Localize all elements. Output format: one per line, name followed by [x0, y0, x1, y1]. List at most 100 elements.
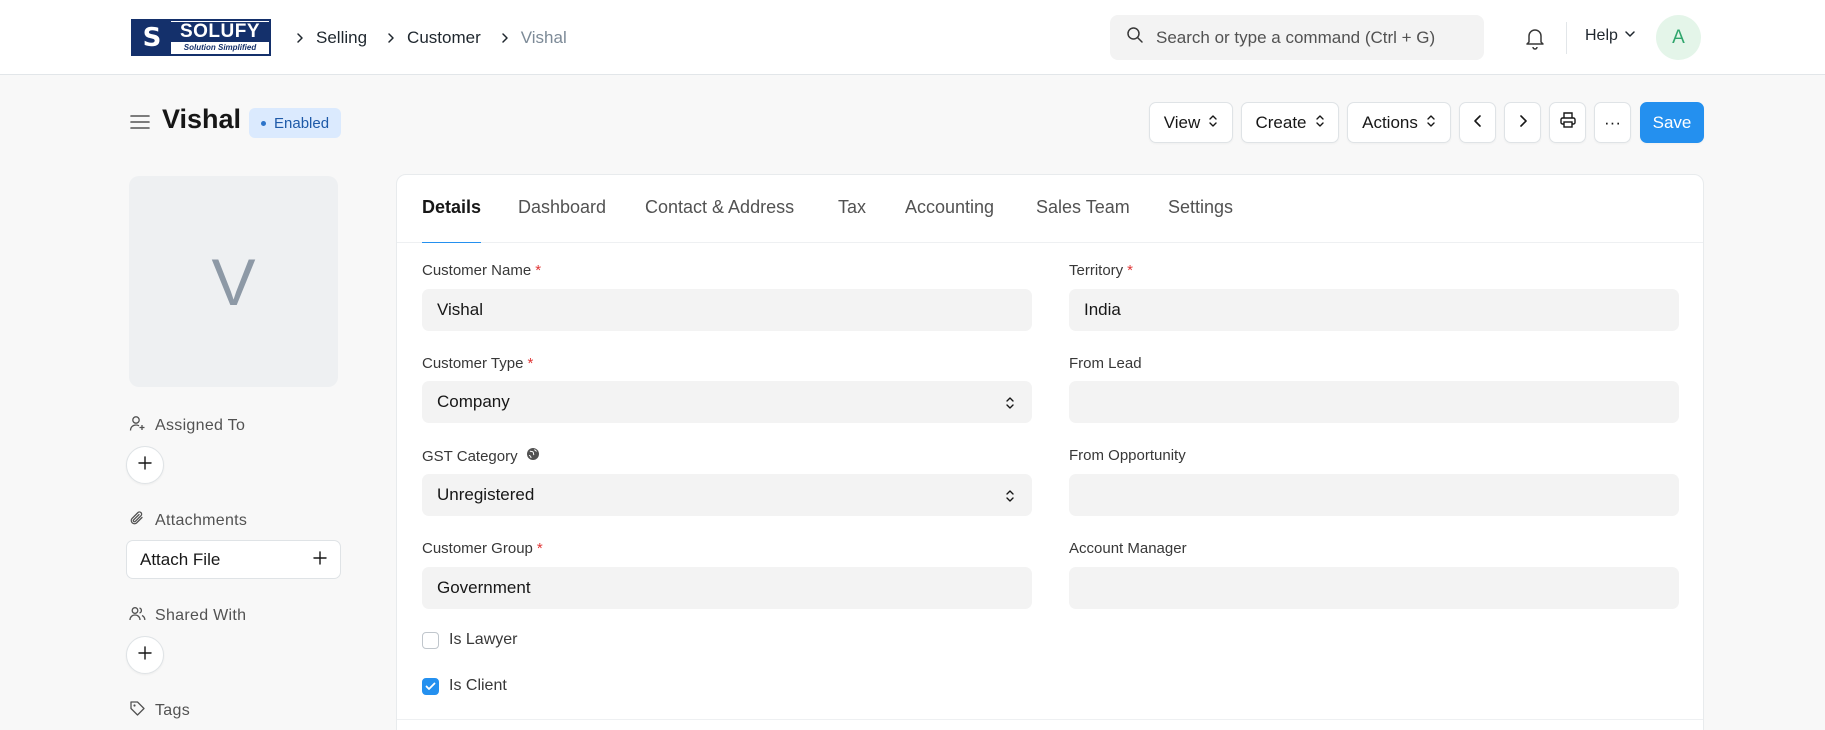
chevron-right-icon [1517, 113, 1529, 133]
attachments-section: Attachments [129, 510, 247, 532]
tab-accounting[interactable]: Accounting [905, 197, 994, 242]
search-bar[interactable] [1110, 15, 1484, 60]
search-icon [1126, 26, 1144, 49]
user-avatar[interactable]: A [1656, 15, 1701, 60]
section-divider [397, 719, 1703, 720]
tags-section: Tags [129, 700, 190, 722]
status-dot-icon [261, 120, 266, 126]
tags-label: Tags [155, 702, 190, 719]
tab-settings[interactable]: Settings [1168, 197, 1233, 242]
actions-label: Actions [1362, 112, 1418, 132]
chevron-right-icon [288, 26, 312, 50]
from-opportunity-label: From Opportunity [1069, 447, 1186, 464]
more-options-button[interactable]: ··· [1594, 102, 1631, 143]
printer-icon [1559, 111, 1577, 134]
form-tabs: Details Dashboard Contact & Address Tax … [397, 175, 1703, 243]
select-arrows-icon [1004, 394, 1016, 412]
tab-sales-team[interactable]: Sales Team [1036, 197, 1130, 242]
attach-file-button[interactable]: Attach File [126, 540, 341, 579]
shared-with-label: Shared With [155, 607, 247, 624]
from-lead-field[interactable] [1069, 381, 1679, 423]
bell-icon[interactable] [1523, 25, 1547, 51]
is-lawyer-checkbox[interactable] [422, 631, 439, 649]
is-client-label: Is Client [449, 677, 507, 694]
save-button[interactable]: Save [1640, 102, 1704, 143]
help-label: Help [1585, 27, 1618, 44]
from-opportunity-field[interactable] [1069, 474, 1679, 516]
breadcrumb-selling[interactable]: Selling [316, 28, 367, 48]
customer-form-card: Details Dashboard Contact & Address Tax … [396, 174, 1704, 730]
print-button[interactable] [1549, 102, 1586, 143]
sort-arrows-icon [1208, 113, 1218, 133]
navbar-divider [1566, 22, 1567, 54]
create-button[interactable]: Create [1241, 102, 1339, 143]
chevron-right-icon [493, 26, 517, 50]
plus-icon [138, 455, 152, 475]
gst-category-value: Unregistered [437, 485, 535, 504]
record-avatar[interactable]: V [129, 176, 338, 387]
logo-tagline: Solution Simplified [183, 43, 257, 52]
logo-mark-icon: S [133, 21, 171, 54]
add-share-button[interactable] [126, 636, 164, 674]
sort-arrows-icon [1315, 113, 1325, 133]
customer-type-select[interactable]: Company [422, 381, 1032, 423]
attachments-label: Attachments [155, 512, 248, 529]
solufy-logo[interactable]: S SOLUFY Solution Simplified [131, 19, 271, 56]
is-client-row[interactable]: Is Client [422, 677, 507, 695]
customer-type-value: Company [437, 392, 510, 411]
actions-button[interactable]: Actions [1347, 102, 1451, 143]
gst-category-select[interactable]: Unregistered [422, 474, 1032, 516]
tab-details[interactable]: Details [422, 197, 482, 243]
search-input[interactable] [1156, 27, 1476, 48]
is-lawyer-row[interactable]: Is Lawyer [422, 631, 517, 649]
tag-icon [129, 700, 146, 722]
status-label: Enabled [274, 114, 330, 132]
navbar: S SOLUFY Solution Simplified Selling Cus… [0, 0, 1825, 75]
sidebar-toggle-icon[interactable] [129, 111, 151, 133]
customer-type-label: Customer Type * [422, 355, 534, 372]
territory-field[interactable]: India [1069, 289, 1679, 331]
view-label: View [1163, 112, 1201, 132]
chevron-down-icon [1624, 27, 1636, 45]
customer-group-label: Customer Group * [422, 540, 543, 557]
help-dropdown[interactable]: Help [1585, 27, 1636, 45]
sort-arrows-icon [1426, 113, 1436, 133]
logo-title: SOLUFY [171, 22, 269, 42]
tab-dashboard[interactable]: Dashboard [518, 197, 606, 242]
status-badge: Enabled [249, 108, 342, 138]
check-icon [425, 682, 436, 690]
customer-name-field[interactable]: Vishal [422, 289, 1032, 331]
territory-label: Territory * [1069, 262, 1134, 279]
tab-tax[interactable]: Tax [838, 197, 866, 242]
plus-icon [138, 645, 152, 665]
next-record-button[interactable] [1504, 102, 1541, 143]
paperclip-icon [129, 510, 146, 532]
chevron-left-icon [1472, 113, 1484, 133]
required-marker: * [535, 262, 542, 279]
account-manager-label: Account Manager [1069, 540, 1187, 557]
users-icon [129, 605, 146, 627]
gst-category-label: GST Category [422, 447, 540, 465]
more-icon: ··· [1604, 112, 1621, 132]
breadcrumb-current[interactable]: Vishal [521, 28, 567, 48]
breadcrumb-customer[interactable]: Customer [407, 28, 481, 48]
previous-record-button[interactable] [1459, 102, 1496, 143]
attach-file-label: Attach File [140, 549, 221, 569]
required-marker: * [527, 355, 534, 372]
required-marker: * [1127, 262, 1134, 279]
chevron-right-icon [379, 26, 403, 50]
customer-name-label: Customer Name * [422, 262, 542, 279]
is-client-checkbox[interactable] [422, 677, 439, 695]
page-title: Vishal [162, 104, 242, 134]
account-manager-field[interactable] [1069, 567, 1679, 609]
tab-contact-address[interactable]: Contact & Address [645, 197, 794, 242]
shared-with-section: Shared With [129, 605, 246, 627]
customer-group-field[interactable]: Government [422, 567, 1032, 609]
breadcrumb: Selling Customer Vishal [288, 26, 579, 50]
from-lead-label: From Lead [1069, 355, 1142, 372]
view-button[interactable]: View [1149, 102, 1233, 143]
user-add-icon [129, 415, 146, 437]
select-arrows-icon [1004, 487, 1016, 505]
add-assignee-button[interactable] [126, 446, 164, 484]
assigned-to-section: Assigned To [129, 415, 245, 437]
